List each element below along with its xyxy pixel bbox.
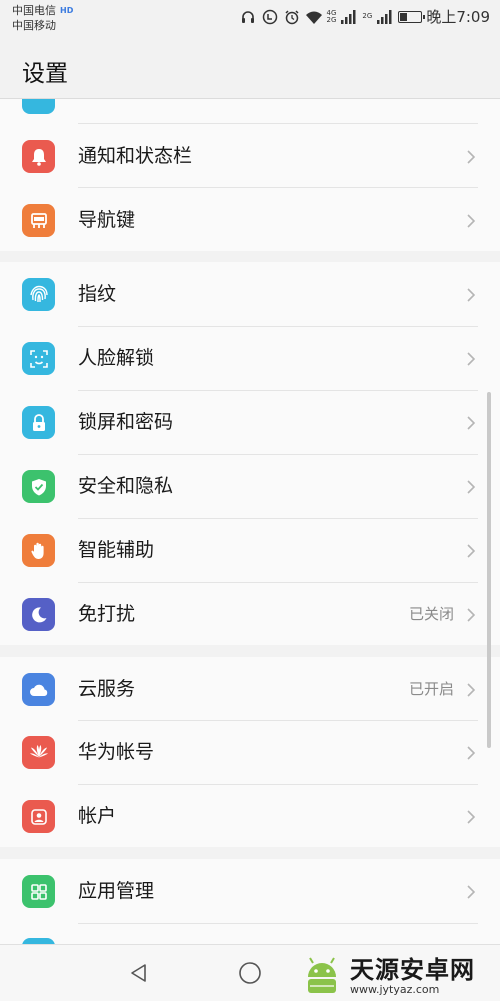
divider [78, 923, 478, 924]
hand-icon [22, 534, 55, 567]
hd-badge: HD [60, 6, 74, 15]
page-title: 设置 [22, 61, 68, 87]
app-header: 设置 [0, 36, 500, 99]
lock-icon [22, 406, 55, 439]
chevron-right-icon [464, 287, 478, 302]
carrier-1: 中国电信 [12, 4, 56, 17]
item-do-not-disturb[interactable]: 免打扰 已关闭 [0, 582, 500, 646]
item-lock-screen-password[interactable]: 锁屏和密码 [0, 390, 500, 454]
item-notifications-statusbar[interactable]: 通知和状态栏 [0, 124, 500, 188]
status-bar: 中国电信 HD 中国移动 4G 2G 2G 晚上7:09 [0, 0, 500, 36]
wifi-icon [305, 8, 323, 26]
network-type-2: 2G [362, 12, 373, 20]
back-triangle-icon [131, 964, 146, 982]
item-value: 已关闭 [408, 605, 454, 623]
item-security-privacy[interactable]: 安全和隐私 [0, 454, 500, 518]
settings-group-4: 应用管理 [0, 859, 500, 944]
watermark-title: 天源安卓网 [350, 956, 475, 984]
item-label: 免打扰 [78, 603, 136, 625]
item-accounts[interactable]: 帐户 [0, 784, 500, 848]
chevron-right-icon [464, 809, 478, 824]
carrier-info: 中国电信 HD 中国移动 [12, 3, 73, 33]
item-face-unlock[interactable]: 人脸解锁 [0, 326, 500, 390]
chevron-right-icon [464, 351, 478, 366]
chevron-right-icon [464, 479, 478, 494]
face-unlock-icon [22, 342, 55, 375]
signal-icon-1 [340, 8, 358, 26]
app-grid-icon [22, 875, 55, 908]
home-circle-icon [239, 962, 261, 984]
cloud-icon [22, 673, 55, 706]
bell-icon [22, 140, 55, 173]
network-type-1: 4G 2G [326, 8, 337, 24]
moon-icon [22, 598, 55, 631]
item-label: 华为帐号 [78, 741, 155, 763]
item-navigation-key[interactable]: 导航键 [0, 188, 500, 252]
battery-level [400, 12, 408, 21]
huawei-logo-icon [22, 736, 55, 769]
battery-icon [398, 10, 426, 23]
item-label: 人脸解锁 [78, 347, 155, 369]
shield-icon [22, 470, 55, 503]
scrollbar[interactable] [487, 392, 491, 748]
partial-item-icon [22, 99, 55, 114]
fingerprint-icon [22, 278, 55, 311]
chevron-right-icon [464, 149, 478, 164]
call-status-icon [261, 8, 279, 26]
settings-list[interactable]: 通知和状态栏 导航键 指纹 人脸解锁 锁屏和密码 安全和隐私 智能辅助 免打扰已… [0, 99, 500, 944]
chevron-right-icon [464, 884, 478, 899]
navigation-key-icon [22, 204, 55, 237]
clock: 晚上7:09 [426, 8, 490, 26]
chevron-right-icon [464, 213, 478, 228]
item-cloud-service[interactable]: 云服务 已开启 [0, 657, 500, 721]
item-label: 云服务 [78, 678, 136, 700]
back-button[interactable] [125, 959, 153, 987]
headset-icon [239, 8, 257, 26]
item-fingerprint[interactable]: 指纹 [0, 262, 500, 326]
item-label: 帐户 [78, 805, 117, 827]
carrier-2: 中国移动 [12, 19, 56, 32]
home-button[interactable] [236, 959, 264, 987]
status-icons: 4G 2G 2G 晚上7:09 [239, 6, 490, 27]
chevron-right-icon [464, 607, 478, 622]
android-logo-icon [308, 957, 336, 993]
item-label: 通知和状态栏 [78, 145, 193, 167]
chevron-right-icon [464, 415, 478, 430]
item-smart-assistance[interactable]: 智能辅助 [0, 518, 500, 582]
settings-group-1: 通知和状态栏 导航键 [0, 99, 500, 251]
alarm-icon [283, 8, 301, 26]
item-app-management[interactable]: 应用管理 [0, 859, 500, 923]
item-huawei-account[interactable]: 华为帐号 [0, 720, 500, 784]
item-label: 导航键 [78, 209, 136, 231]
item-label: 锁屏和密码 [78, 411, 174, 433]
account-icon [22, 800, 55, 833]
chevron-right-icon [464, 745, 478, 760]
item-value: 已开启 [408, 680, 454, 698]
signal-icon-2 [376, 8, 394, 26]
item-label: 应用管理 [78, 880, 155, 902]
watermark: 天源安卓网 www.jytyaz.com [300, 946, 500, 1000]
settings-group-3: 云服务 已开启 华为帐号 帐户 [0, 657, 500, 847]
chevron-right-icon [464, 682, 478, 697]
settings-group-2: 指纹 人脸解锁 锁屏和密码 安全和隐私 智能辅助 免打扰 已关闭 [0, 262, 500, 645]
item-label: 智能辅助 [78, 539, 155, 561]
item-label: 安全和隐私 [78, 475, 174, 497]
item-label: 指纹 [78, 283, 117, 305]
chevron-right-icon [464, 543, 478, 558]
